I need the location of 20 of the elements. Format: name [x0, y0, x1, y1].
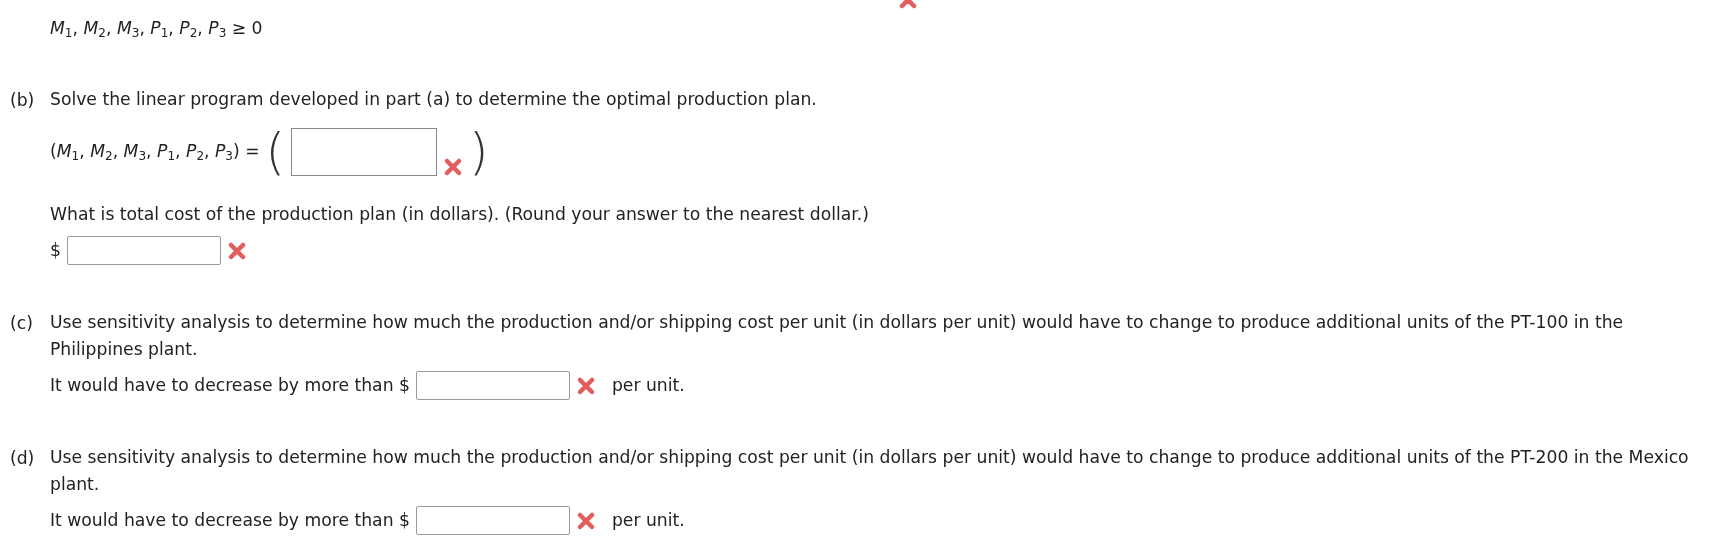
answer-field[interactable]	[415, 371, 570, 400]
unit-label: per unit.	[611, 373, 685, 397]
question-text: Use sensitivity analysis to determine how much the production and/or shipping cost per unit (in dollars per unit) would have to change to produce additional units of the PT-200 in the Mexico plant.	[50, 446, 1690, 496]
answer-field[interactable]	[291, 128, 438, 176]
question-text: Use sensitivity analysis to determine how much the production and/or shipping cost per unit (in dollars per unit) would have to change to produce additional units of the PT-100 in the Philippines plant.	[50, 311, 1625, 361]
constraint-text: M$_{1}$, M$_{2}$, M$_{3}$, P$_{1}$, P$_{2}$, P$_{3}$ ≥ 0	[50, 17, 264, 42]
question-text: Solve the linear program developed in part (a) to determine the optimal production plan.	[50, 88, 818, 111]
parenthesis: (	[265, 127, 286, 177]
parenthesis: )	[469, 127, 489, 177]
unit-label: per unit.	[611, 508, 685, 532]
tuple-label: (M$_{1}$, M$_{2}$, M$_{3}$, P$_{1}$, P$_{2}$, P$_{3}$) =	[50, 140, 260, 165]
answer-label: It would have to decrease by more than $	[50, 373, 410, 397]
answer-label: It would have to decrease by more than $	[50, 508, 410, 532]
answer-field[interactable]	[66, 236, 221, 265]
answer-field[interactable]	[415, 506, 570, 535]
answer-label: $	[50, 238, 61, 262]
part-label: (b)	[10, 89, 36, 112]
part-label: (d)	[10, 447, 36, 470]
part-label: (c)	[10, 312, 34, 335]
question-text: What is total cost of the production plan (in dollars). (Round your answer to the nearest dollar.)	[50, 203, 870, 226]
